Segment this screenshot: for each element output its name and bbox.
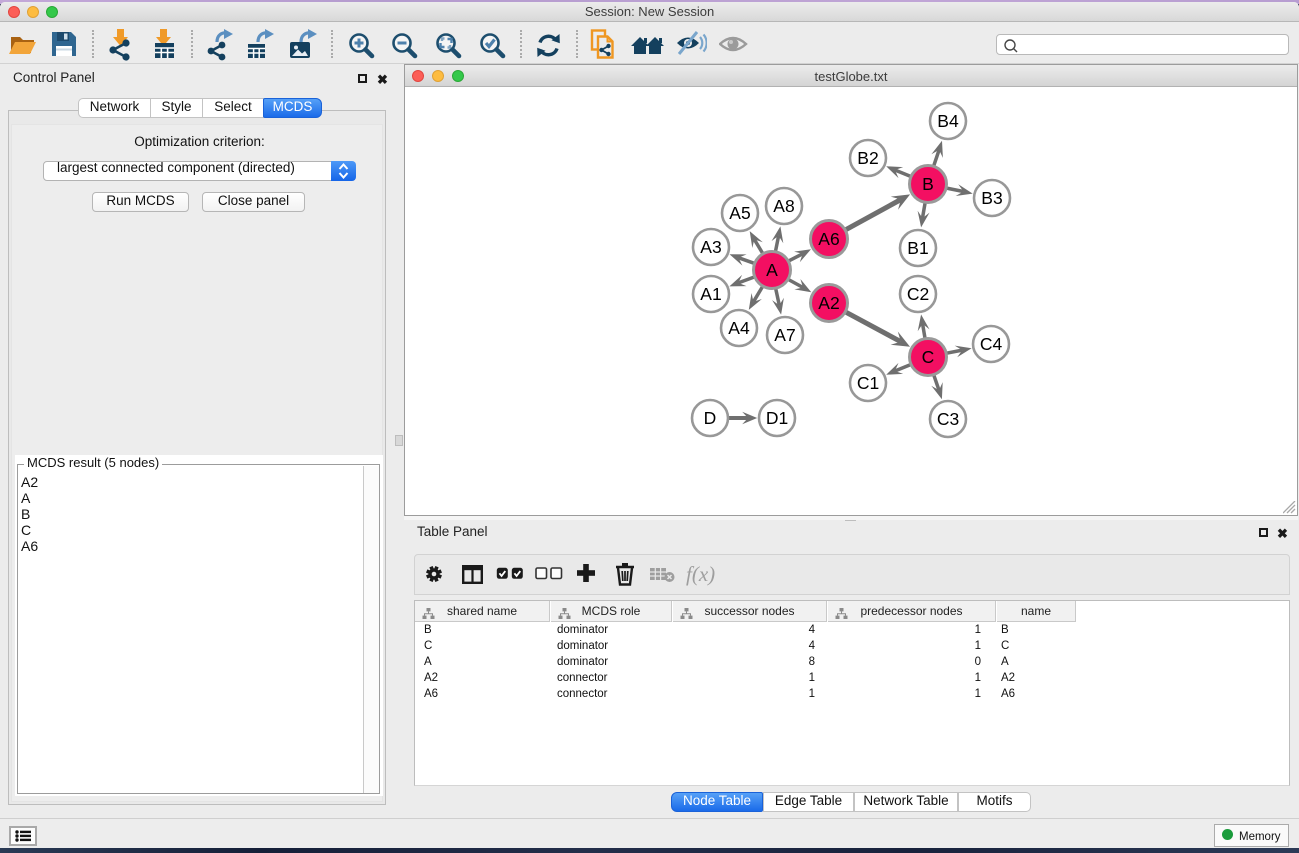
svg-text:A2: A2 bbox=[818, 293, 839, 313]
svg-text:A6: A6 bbox=[818, 229, 839, 249]
svg-text:B: B bbox=[922, 174, 934, 194]
svg-text:C: C bbox=[922, 347, 935, 367]
svg-text:A3: A3 bbox=[700, 237, 721, 257]
svg-text:A5: A5 bbox=[729, 203, 750, 223]
svg-text:D: D bbox=[704, 408, 717, 428]
svg-text:B2: B2 bbox=[857, 148, 878, 168]
svg-text:D1: D1 bbox=[766, 408, 788, 428]
svg-text:A: A bbox=[766, 260, 778, 280]
svg-text:C2: C2 bbox=[907, 284, 929, 304]
svg-text:A7: A7 bbox=[774, 325, 795, 345]
svg-text:A1: A1 bbox=[700, 284, 721, 304]
svg-text:C3: C3 bbox=[937, 409, 959, 429]
svg-text:A4: A4 bbox=[728, 318, 750, 338]
svg-text:C1: C1 bbox=[857, 373, 879, 393]
svg-text:B1: B1 bbox=[907, 238, 928, 258]
svg-text:C4: C4 bbox=[980, 334, 1003, 354]
svg-text:A8: A8 bbox=[773, 196, 794, 216]
svg-text:B4: B4 bbox=[937, 111, 959, 131]
svg-text:B3: B3 bbox=[981, 188, 1002, 208]
